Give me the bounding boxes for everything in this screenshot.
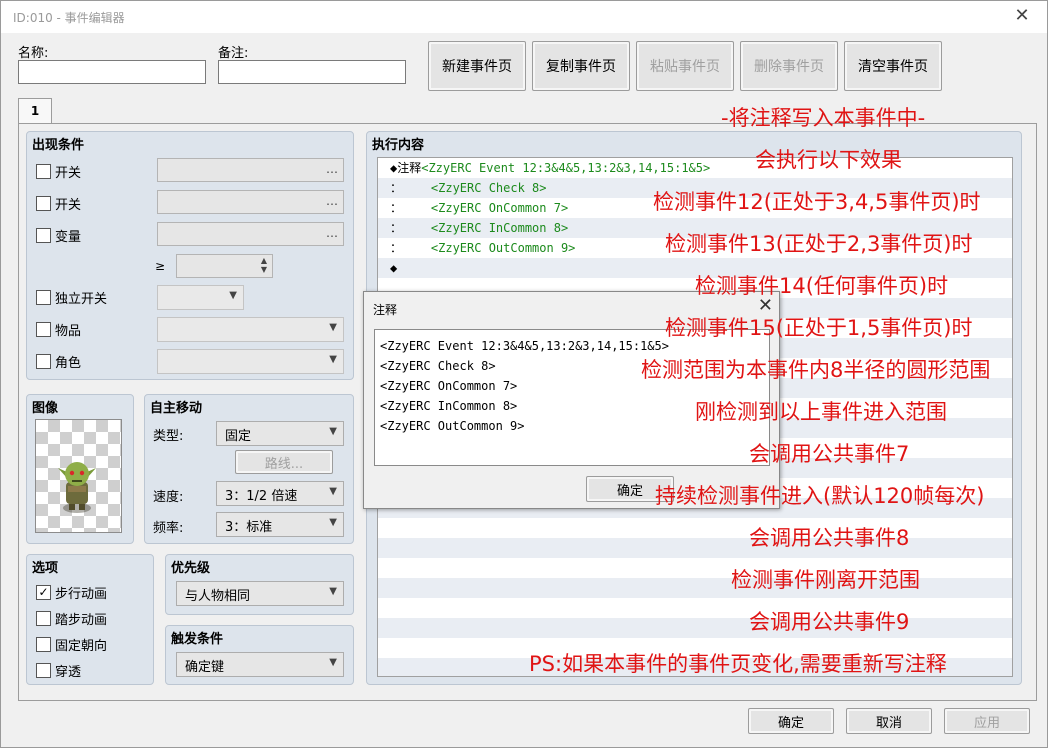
- annotation-text: 检测事件12(正处于3,4,5事件页)时: [653, 190, 981, 214]
- annotation-text: 会调用公共事件7: [749, 442, 910, 466]
- window-title: ID:010 - 事件编辑器: [13, 11, 125, 25]
- trigger-select[interactable]: 确定键 ▼: [176, 652, 344, 677]
- annotation-text: 检测事件刚离开范围: [731, 568, 920, 592]
- command-line[interactable]: ◆注释<ZzyERC Event 12:3&4&5,13:2&3,14,15:1…: [378, 158, 1012, 178]
- priority-title: 优先级: [171, 561, 211, 576]
- close-icon[interactable]: ✕: [1011, 5, 1033, 27]
- stepping-anim-checkbox[interactable]: 踏步动画: [36, 609, 107, 628]
- self-switch-checkbox[interactable]: 独立开关: [36, 288, 107, 307]
- variable-picker[interactable]: …: [157, 222, 344, 246]
- annotation-text: 持续检测事件进入(默认120帧每次): [655, 484, 985, 508]
- options-group: 选项 ✓ 步行动画 踏步动画 固定朝向 穿透: [26, 554, 154, 685]
- character-image[interactable]: [35, 419, 122, 533]
- autonomous-title: 自主移动: [150, 401, 203, 416]
- tab-page-1[interactable]: 1: [18, 98, 52, 124]
- through-checkbox[interactable]: 穿透: [36, 661, 81, 680]
- actor-checkbox[interactable]: 角色: [36, 352, 81, 371]
- conditions-group: 出现条件 开关 … 开关 … 变量 … ≥ ▲ ▼ 独立开关 ▼ 物品 ▼ 角色 …: [26, 131, 354, 380]
- annotation-text: 会调用公共事件8: [749, 526, 910, 550]
- annotation-text: 检测事件14(任何事件页)时: [695, 274, 949, 298]
- walking-anim-checkbox[interactable]: ✓ 步行动画: [36, 583, 107, 602]
- item-select[interactable]: ▼: [157, 317, 344, 342]
- variable-value-spinner[interactable]: ▲ ▼: [176, 254, 273, 278]
- new-page-button[interactable]: 新建事件页: [428, 41, 526, 91]
- switch2-checkbox[interactable]: 开关: [36, 194, 81, 213]
- cancel-button[interactable]: 取消: [846, 708, 932, 734]
- event-editor-window: ID:010 - 事件编辑器 ✕ 名称: 备注: 新建事件页 复制事件页 粘贴事…: [0, 0, 1048, 748]
- type-label: 类型:: [153, 429, 184, 444]
- speed-select[interactable]: 3：1/2 倍速 ▼: [216, 481, 344, 506]
- image-group: 图像: [26, 394, 134, 544]
- annotation-text: PS:如果本事件的事件页变化,需要重新写注释: [529, 652, 947, 676]
- memo-field[interactable]: [218, 60, 406, 84]
- switch1-picker[interactable]: …: [157, 158, 344, 182]
- item-checkbox[interactable]: 物品: [36, 320, 81, 339]
- self-switch-select[interactable]: ▼: [157, 285, 244, 310]
- delete-page-button: 删除事件页: [740, 41, 838, 91]
- annotation-text: 刚检测到以上事件进入范围: [695, 400, 947, 424]
- annotation-text: 检测事件15(正处于1,5事件页)时: [665, 316, 973, 340]
- annotation-text: 会执行以下效果: [755, 148, 902, 172]
- options-title: 选项: [32, 561, 59, 576]
- direction-fix-checkbox[interactable]: 固定朝向: [36, 635, 107, 654]
- actor-select[interactable]: ▼: [157, 349, 344, 374]
- switch2-picker[interactable]: …: [157, 190, 344, 214]
- trigger-title: 触发条件: [171, 632, 224, 647]
- ok-button[interactable]: 确定: [748, 708, 834, 734]
- priority-group: 优先级 与人物相同 ▼: [165, 554, 354, 615]
- apply-button: 应用: [944, 708, 1030, 734]
- memo-label: 备注:: [218, 46, 249, 61]
- annotation-text: 会调用公共事件9: [749, 610, 910, 634]
- image-title: 图像: [32, 401, 59, 416]
- dialog-title: 注释: [373, 303, 398, 317]
- switch1-checkbox[interactable]: 开关: [36, 162, 81, 181]
- gte-symbol: ≥: [155, 259, 166, 273]
- route-button: 路线...: [235, 450, 333, 474]
- move-type-select[interactable]: 固定 ▼: [216, 421, 344, 446]
- variable-checkbox[interactable]: 变量: [36, 226, 81, 245]
- annotation-text: 检测范围为本事件内8半径的圆形范围: [641, 358, 991, 382]
- speed-label: 速度:: [153, 490, 184, 505]
- title-bar: ID:010 - 事件编辑器 ✕: [1, 1, 1047, 33]
- name-field[interactable]: [18, 60, 206, 84]
- name-label: 名称:: [18, 46, 49, 61]
- frequency-select[interactable]: 3：标准 ▼: [216, 512, 344, 537]
- trigger-group: 触发条件 确定键 ▼: [165, 625, 354, 685]
- frequency-label: 频率:: [153, 521, 184, 536]
- autonomous-movement-group: 自主移动 类型: 固定 ▼ 路线... 速度: 3：1/2 倍速 ▼ 频率: 3：标…: [144, 394, 354, 544]
- copy-page-button[interactable]: 复制事件页: [532, 41, 630, 91]
- annotation-text: 检测事件13(正处于2,3事件页)时: [665, 232, 973, 256]
- contents-title: 执行内容: [372, 138, 425, 153]
- paste-page-button: 粘贴事件页: [636, 41, 734, 91]
- conditions-title: 出现条件: [32, 138, 85, 153]
- annotation-text: -将注释写入本事件中-: [721, 106, 926, 130]
- priority-select[interactable]: 与人物相同 ▼: [176, 581, 344, 606]
- clear-page-button[interactable]: 清空事件页: [844, 41, 942, 91]
- goblin-sprite-icon: [58, 462, 96, 513]
